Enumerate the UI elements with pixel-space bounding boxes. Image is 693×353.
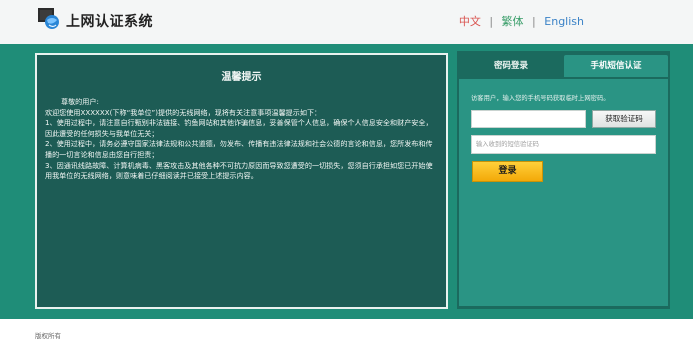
phone-input[interactable] <box>471 110 586 128</box>
lang-en-link[interactable]: English <box>544 15 584 28</box>
lang-separator: | <box>489 15 494 28</box>
sms-code-input[interactable] <box>471 135 656 154</box>
sms-hint: 访客用户，输入您的手机号码获取临时上网密码。 <box>471 95 610 102</box>
lang-zh-link[interactable]: 中文 <box>459 15 481 28</box>
sms-auth-form: 访客用户，输入您的手机号码获取临时上网密码。 获取验证码 登录 <box>459 79 668 306</box>
notice-line: 2、使用过程中，请务必遵守国家法律法规和公共道德，勿发布、传播有违法律法规和社会… <box>45 139 433 159</box>
get-code-button[interactable]: 获取验证码 <box>592 110 656 128</box>
notice-line: 尊敬的用户: <box>61 97 99 106</box>
tab-sms-auth[interactable]: 手机短信认证 <box>564 55 668 77</box>
notice-panel: 温馨提示 尊敬的用户: 欢迎您使用XXXXXX(下称“我单位”)提供的无线网络，… <box>35 53 448 309</box>
notice-title: 温馨提示 <box>221 72 262 83</box>
header: 上网认证系统 中文 | 繁体 | English <box>0 0 693 44</box>
login-panel: 密码登录 手机短信认证 访客用户，输入您的手机号码获取临时上网密码。 获取验证码… <box>457 51 670 309</box>
copyright: 版权所有 <box>35 332 61 340</box>
lang-separator: | <box>532 15 536 28</box>
notice-line: 1、使用过程中，请注意自行甄别非法链接、钓鱼网站和其他诈骗信息，妥善保管个人信息… <box>45 118 433 138</box>
app-title: 上网认证系统 <box>66 14 153 30</box>
globe-monitor-icon <box>38 8 59 29</box>
lang-tw-link[interactable]: 繁体 <box>502 15 524 28</box>
notice-body: 尊敬的用户: 欢迎您使用XXXXXX(下称“我单位”)提供的无线网络，现将有关注… <box>45 97 438 182</box>
login-button[interactable]: 登录 <box>472 161 543 182</box>
notice-line: 3、因通讯线路故障、计算机病毒、黑客攻击及其他各种不可抗力原因而导致您遭受的一切… <box>45 160 433 181</box>
notice-line: 欢迎您使用XXXXXX(下称“我单位”)提供的无线网络，现将有关注意事项温馨提示… <box>45 107 322 117</box>
language-switcher: 中文 | 繁体 | English <box>459 13 584 29</box>
footer: 版权所有 <box>0 319 693 353</box>
tab-password-login[interactable]: 密码登录 <box>461 55 561 77</box>
